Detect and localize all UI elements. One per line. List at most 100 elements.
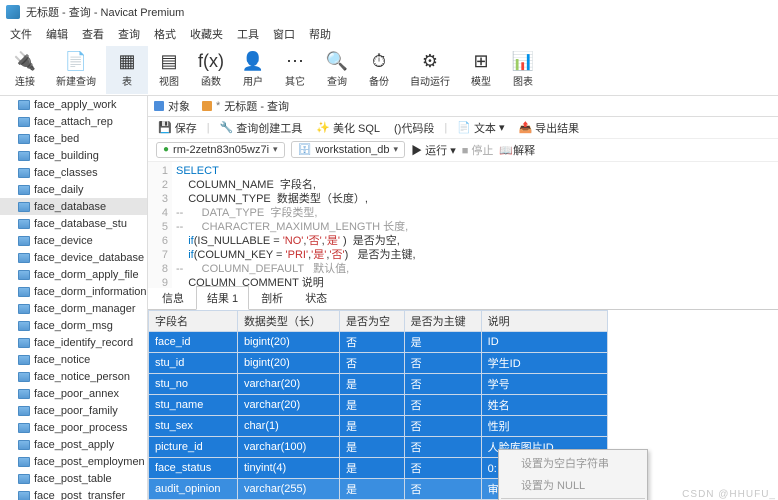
sidebar-item-face_apply_work[interactable]: face_apply_work: [0, 96, 147, 113]
table-icon: [18, 270, 30, 280]
table-icon: [18, 117, 30, 127]
beautify-button[interactable]: ✨美化 SQL: [312, 119, 384, 137]
table-icon: [18, 355, 30, 365]
backup-icon: ⏱: [368, 51, 390, 71]
table-icon: [18, 423, 30, 433]
menu-file[interactable]: 文件: [10, 26, 32, 42]
ctx-set-blank[interactable]: 设置为空白字符串: [501, 452, 645, 474]
table-icon: [18, 304, 30, 314]
col-header[interactable]: 是否为主键: [404, 311, 481, 332]
sidebar-item-face_post_transfer[interactable]: face_post_transfer: [0, 487, 147, 500]
tab-result1[interactable]: 结果 1: [196, 286, 249, 310]
table-icon: [18, 219, 30, 229]
toolbar-user[interactable]: 👤用户: [232, 46, 274, 94]
toolbar: 🔌连接📄新建查询▦表▤视图f(x)函数👤用户⋯其它🔍查询⏱备份⚙自动运行⊞模型📊…: [0, 44, 778, 96]
context-menu: 设置为空白字符串 设置为 NULL 删除记录 复制 复制为▶ 粘贴 显示▶: [498, 449, 648, 500]
table-row[interactable]: face_idbigint(20)否是ID: [149, 332, 608, 353]
run-button[interactable]: ▶ 运行 ▾: [411, 142, 456, 158]
database-selector[interactable]: 🗄workstation_db ▾: [291, 141, 406, 158]
sidebar-item-face_notice[interactable]: face_notice: [0, 351, 147, 368]
sidebar-item-face_database_stu[interactable]: face_database_stu: [0, 215, 147, 232]
snippets-button[interactable]: ()代码段: [390, 119, 438, 137]
sidebar-item-face_attach_rep[interactable]: face_attach_rep: [0, 113, 147, 130]
toolbar-table[interactable]: ▦表: [106, 46, 148, 94]
sidebar-item-face_post_table[interactable]: face_post_table: [0, 470, 147, 487]
view-icon: ▤: [158, 51, 180, 71]
server-selector[interactable]: ●rm-2zetn83n05wz7i ▾: [156, 142, 285, 158]
toolbar-autorun[interactable]: ⚙自动运行: [400, 46, 460, 94]
chart-icon: 📊: [512, 51, 534, 71]
sidebar-item-face_device[interactable]: face_device: [0, 232, 147, 249]
table-icon: [18, 151, 30, 161]
toolbar-model[interactable]: ⊞模型: [460, 46, 502, 94]
sidebar-item-face_bed[interactable]: face_bed: [0, 130, 147, 147]
table-icon: [18, 389, 30, 399]
table-row[interactable]: stu_namevarchar(20)是否姓名: [149, 395, 608, 416]
toolbar-query[interactable]: 🔍查询: [316, 46, 358, 94]
other-icon: ⋯: [284, 51, 306, 71]
stop-button[interactable]: ■ 停止: [462, 142, 494, 158]
col-header[interactable]: 字段名: [149, 311, 238, 332]
menu-favorites[interactable]: 收藏夹: [190, 26, 223, 42]
toolbar-function[interactable]: f(x)函数: [190, 46, 232, 94]
sidebar-item-face_database[interactable]: face_database: [0, 198, 147, 215]
connect-icon: 🔌: [14, 51, 36, 71]
sidebar-item-face_post_employmen[interactable]: face_post_employmen: [0, 453, 147, 470]
menu-tools[interactable]: 工具: [237, 26, 259, 42]
table-row[interactable]: stu_novarchar(20)是否学号: [149, 374, 608, 395]
col-header[interactable]: 数据类型（长）: [237, 311, 339, 332]
sidebar-item-face_classes[interactable]: face_classes: [0, 164, 147, 181]
toolbar-chart[interactable]: 📊图表: [502, 46, 544, 94]
table-icon: [18, 236, 30, 246]
toolbar-newquery[interactable]: 📄新建查询: [46, 46, 106, 94]
text-button[interactable]: 📄文本 ▾: [453, 119, 508, 137]
ctx-set-null[interactable]: 设置为 NULL: [501, 474, 645, 496]
sidebar-item-face_dorm_manager[interactable]: face_dorm_manager: [0, 300, 147, 317]
save-button[interactable]: 💾 保存: [154, 119, 201, 137]
sidebar-item-face_post_apply[interactable]: face_post_apply: [0, 436, 147, 453]
sidebar-item-face_poor_family[interactable]: face_poor_family: [0, 402, 147, 419]
sidebar-item-face_building[interactable]: face_building: [0, 147, 147, 164]
toolbar-backup[interactable]: ⏱备份: [358, 46, 400, 94]
result-tabs: 信息 结果 1 剖析 状态: [148, 288, 778, 310]
sql-editor[interactable]: 123456789 SELECT COLUMN_NAME 字段名, COLUMN…: [148, 162, 778, 288]
table-row[interactable]: stu_idbigint(20)否否学生ID: [149, 353, 608, 374]
sidebar-item-face_device_database[interactable]: face_device_database: [0, 249, 147, 266]
query-builder-button[interactable]: 🔧查询创建工具: [216, 119, 307, 137]
sidebar-item-face_poor_process[interactable]: face_poor_process: [0, 419, 147, 436]
table-row[interactable]: stu_sexchar(1)是否性别: [149, 416, 608, 437]
sidebar-item-face_daily[interactable]: face_daily: [0, 181, 147, 198]
menu-format[interactable]: 格式: [154, 26, 176, 42]
menu-help[interactable]: 帮助: [309, 26, 331, 42]
table-icon: [18, 253, 30, 263]
menu-query[interactable]: 查询: [118, 26, 140, 42]
toolbar-connect[interactable]: 🔌连接: [4, 46, 46, 94]
tab-profile[interactable]: 剖析: [251, 287, 293, 309]
col-header[interactable]: 是否为空: [339, 311, 404, 332]
table-icon: [18, 440, 30, 450]
tab-info[interactable]: 信息: [152, 287, 194, 309]
toolbar-other[interactable]: ⋯其它: [274, 46, 316, 94]
export-button[interactable]: 📤导出结果: [514, 119, 583, 137]
sidebar-item-face_notice_person[interactable]: face_notice_person: [0, 368, 147, 385]
toolbar-view[interactable]: ▤视图: [148, 46, 190, 94]
explain-button[interactable]: 📖解释: [499, 142, 535, 158]
tab-status[interactable]: 状态: [295, 287, 337, 309]
result-grid[interactable]: 字段名数据类型（长）是否为空是否为主键说明face_idbigint(20)否是…: [148, 310, 778, 500]
sidebar-item-face_poor_annex[interactable]: face_poor_annex: [0, 385, 147, 402]
query-icon: 🔍: [326, 51, 348, 71]
menu-window[interactable]: 窗口: [273, 26, 295, 42]
sidebar-item-face_dorm_msg[interactable]: face_dorm_msg: [0, 317, 147, 334]
sidebar-item-face_dorm_apply_file[interactable]: face_dorm_apply_file: [0, 266, 147, 283]
content-tabs: 对象 *无标题 - 查询: [148, 96, 778, 117]
menu-edit[interactable]: 编辑: [46, 26, 68, 42]
col-header[interactable]: 说明: [481, 311, 607, 332]
newquery-icon: 📄: [65, 51, 87, 71]
menu-view[interactable]: 查看: [82, 26, 104, 42]
sidebar-item-face_identify_record[interactable]: face_identify_record: [0, 334, 147, 351]
tab-objects[interactable]: 对象: [154, 98, 190, 114]
tab-query[interactable]: *无标题 - 查询: [202, 98, 289, 114]
sidebar-item-face_dorm_information[interactable]: face_dorm_information: [0, 283, 147, 300]
table-icon: [18, 202, 30, 212]
table-icon: [18, 406, 30, 416]
